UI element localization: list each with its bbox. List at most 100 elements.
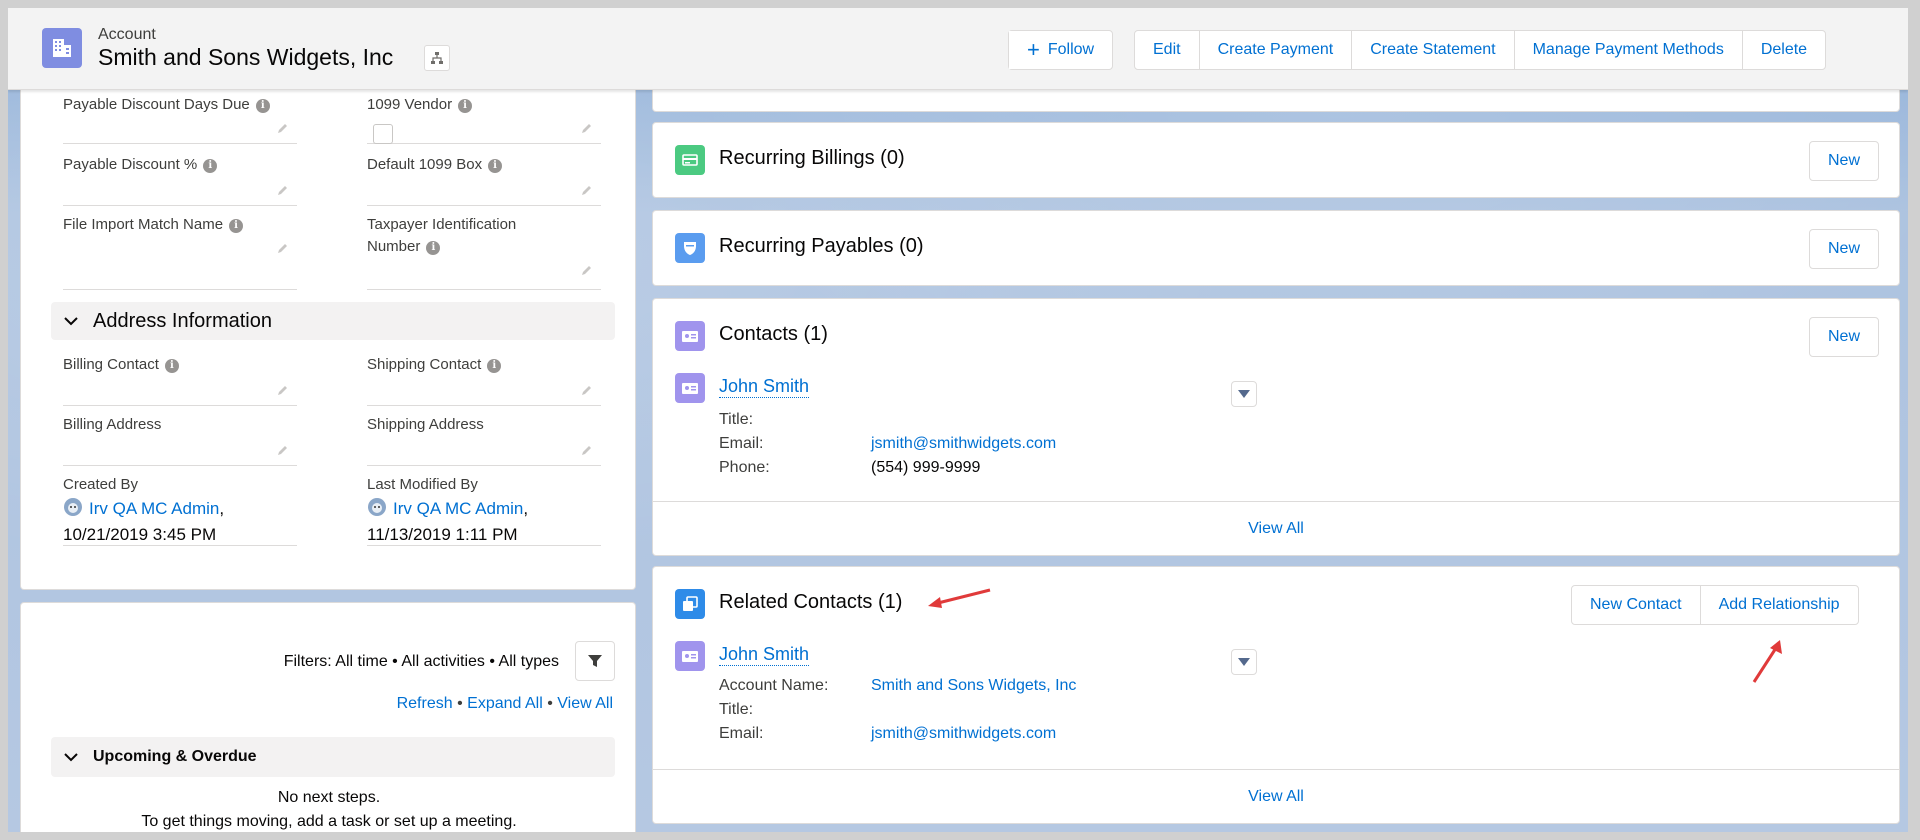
pencil-icon[interactable] xyxy=(277,444,289,456)
last-modified-user-link[interactable]: Irv QA MC Admin xyxy=(393,499,523,518)
object-type-label: Account xyxy=(98,26,156,43)
recurring-billings-title[interactable]: Recurring Billings (0) xyxy=(719,147,905,170)
pencil-icon[interactable] xyxy=(277,122,289,134)
last-modified-date: 11/13/2019 1:11 PM xyxy=(367,525,518,544)
related-contacts-card: Related Contacts (1) New Contact Add Rel… xyxy=(652,566,1900,824)
recurring-billings-new-button[interactable]: New xyxy=(1808,141,1879,181)
contact-phone: (554) 999-9999 xyxy=(871,459,981,476)
follow-button-group: + Follow xyxy=(1008,30,1114,70)
contact-record-icon xyxy=(675,641,705,671)
chevron-down-icon xyxy=(64,753,78,762)
refresh-link[interactable]: Refresh xyxy=(397,695,453,712)
hierarchy-button[interactable] xyxy=(424,45,450,71)
caret-down-icon xyxy=(1238,390,1250,398)
contacts-title[interactable]: Contacts (1) xyxy=(719,323,828,346)
annotation-arrow-icon xyxy=(1752,640,1782,683)
no-steps-hint: To get things moving, add a task or set … xyxy=(141,813,517,830)
delete-button[interactable]: Delete xyxy=(1741,31,1826,69)
related-contact-name-link[interactable]: John Smith xyxy=(719,643,810,666)
activity-filters: Filters: All time • All activities • All… xyxy=(283,653,559,670)
info-icon[interactable]: i xyxy=(487,359,502,373)
recurring-payables-title[interactable]: Recurring Payables (0) xyxy=(719,235,924,258)
field-default-1099-box: Default 1099 Box i xyxy=(367,154,601,206)
edit-button[interactable]: Edit xyxy=(1135,31,1199,69)
manage-payment-methods-button[interactable]: Manage Payment Methods xyxy=(1513,31,1742,69)
info-icon[interactable]: i xyxy=(203,159,218,173)
field-created-by: Created By Irv QA MC Admin, 10/21/2019 3… xyxy=(63,474,297,546)
contact-email-link[interactable]: jsmith@smithwidgets.com xyxy=(871,435,1056,453)
create-payment-button[interactable]: Create Payment xyxy=(1198,31,1352,69)
contacts-view-all-link[interactable]: View All xyxy=(653,501,1899,555)
activity-view-all-link[interactable]: View All xyxy=(557,695,613,712)
info-icon[interactable]: i xyxy=(164,359,179,373)
caret-down-icon xyxy=(1238,658,1250,666)
recurring-payable-icon xyxy=(675,233,705,263)
field-file-import-match-name: File Import Match Name i xyxy=(63,214,297,290)
expand-all-link[interactable]: Expand All xyxy=(467,695,543,712)
follow-button[interactable]: + Follow xyxy=(1009,31,1113,69)
contact-icon xyxy=(675,321,705,351)
related-contact-email-link[interactable]: jsmith@smithwidgets.com xyxy=(871,725,1056,743)
annotation-arrow-icon xyxy=(928,588,991,608)
create-statement-button[interactable]: Create Statement xyxy=(1351,31,1514,69)
activity-card: Filters: All time • All activities • All… xyxy=(20,602,636,832)
filter-icon xyxy=(588,655,602,667)
contact-actions-dropdown[interactable] xyxy=(1231,381,1257,407)
add-relationship-button[interactable]: Add Relationship xyxy=(1699,586,1858,624)
field-billing-address: Billing Address xyxy=(63,414,297,466)
hierarchy-icon xyxy=(431,52,443,64)
pencil-icon[interactable] xyxy=(277,184,289,196)
new-contact-button[interactable]: New Contact xyxy=(1572,586,1700,624)
details-card: Payable Discount Days Due i 1099 Vendor i … xyxy=(20,90,636,590)
related-contacts-button-group: New Contact Add Relationship xyxy=(1571,585,1859,625)
app-frame: Account Smith and Sons Widgets, Inc + Fol… xyxy=(0,0,1920,840)
field-shipping-contact: Shipping Contact i xyxy=(367,354,601,406)
info-icon[interactable]: i xyxy=(229,219,244,233)
filter-button[interactable] xyxy=(575,641,615,681)
activity-links: Refresh • Expand All • View All xyxy=(396,695,613,712)
field-1099-vendor: 1099 Vendor i xyxy=(367,94,601,144)
account-icon xyxy=(42,28,82,68)
contacts-new-button[interactable]: New xyxy=(1808,317,1879,357)
related-contacts-icon xyxy=(675,589,705,619)
pencil-icon[interactable] xyxy=(581,184,593,196)
recurring-billings-card: Recurring Billings (0) New xyxy=(652,122,1900,198)
upcoming-overdue-header[interactable]: Upcoming & Overdue xyxy=(51,737,615,777)
field-taxpayer-id: Taxpayer Identification Number i xyxy=(367,214,601,290)
pencil-icon[interactable] xyxy=(581,384,593,396)
pencil-icon[interactable] xyxy=(277,384,289,396)
field-payable-discount-pct: Payable Discount % i xyxy=(63,154,297,206)
field-shipping-address: Shipping Address xyxy=(367,414,601,466)
recurring-payables-card: Recurring Payables (0) New xyxy=(652,210,1900,286)
action-button-group: Edit Create Payment Create Statement Man… xyxy=(1134,30,1827,70)
field-payable-discount-days-due: Payable Discount Days Due i xyxy=(63,94,297,144)
contacts-card: Contacts (1) New John Smith Title: Email… xyxy=(652,298,1900,556)
pencil-icon[interactable] xyxy=(581,122,593,134)
info-icon[interactable]: i xyxy=(488,159,503,173)
field-last-modified-by: Last Modified By Irv QA MC Admin, 11/13/… xyxy=(367,474,601,546)
address-section-header[interactable]: Address Information xyxy=(51,302,615,340)
related-contact-actions-dropdown[interactable] xyxy=(1231,649,1257,675)
related-account-link[interactable]: Smith and Sons Widgets, Inc xyxy=(871,677,1076,695)
user-avatar-icon xyxy=(368,498,386,516)
contact-name-link[interactable]: John Smith xyxy=(719,375,810,398)
recurring-payables-new-button[interactable]: New xyxy=(1808,229,1879,269)
1099-vendor-checkbox[interactable] xyxy=(373,124,393,144)
recurring-billing-icon xyxy=(675,145,705,175)
created-by-date: 10/21/2019 3:45 PM xyxy=(63,525,217,544)
page-title: Smith and Sons Widgets, Inc xyxy=(98,44,394,70)
info-icon[interactable]: i xyxy=(458,99,473,113)
field-billing-contact: Billing Contact i xyxy=(63,354,297,406)
pencil-icon[interactable] xyxy=(581,264,593,276)
related-contacts-title[interactable]: Related Contacts (1) xyxy=(719,591,902,614)
plus-icon: + xyxy=(1027,37,1040,62)
pencil-icon[interactable] xyxy=(581,444,593,456)
info-icon[interactable]: i xyxy=(255,99,270,113)
pencil-icon[interactable] xyxy=(277,242,289,254)
user-avatar-icon xyxy=(64,498,82,516)
created-by-user-link[interactable]: Irv QA MC Admin xyxy=(89,499,219,518)
related-contacts-view-all-link[interactable]: View All xyxy=(653,769,1899,823)
contact-record-icon xyxy=(675,373,705,403)
chevron-down-icon xyxy=(64,317,78,326)
info-icon[interactable]: i xyxy=(426,241,441,255)
